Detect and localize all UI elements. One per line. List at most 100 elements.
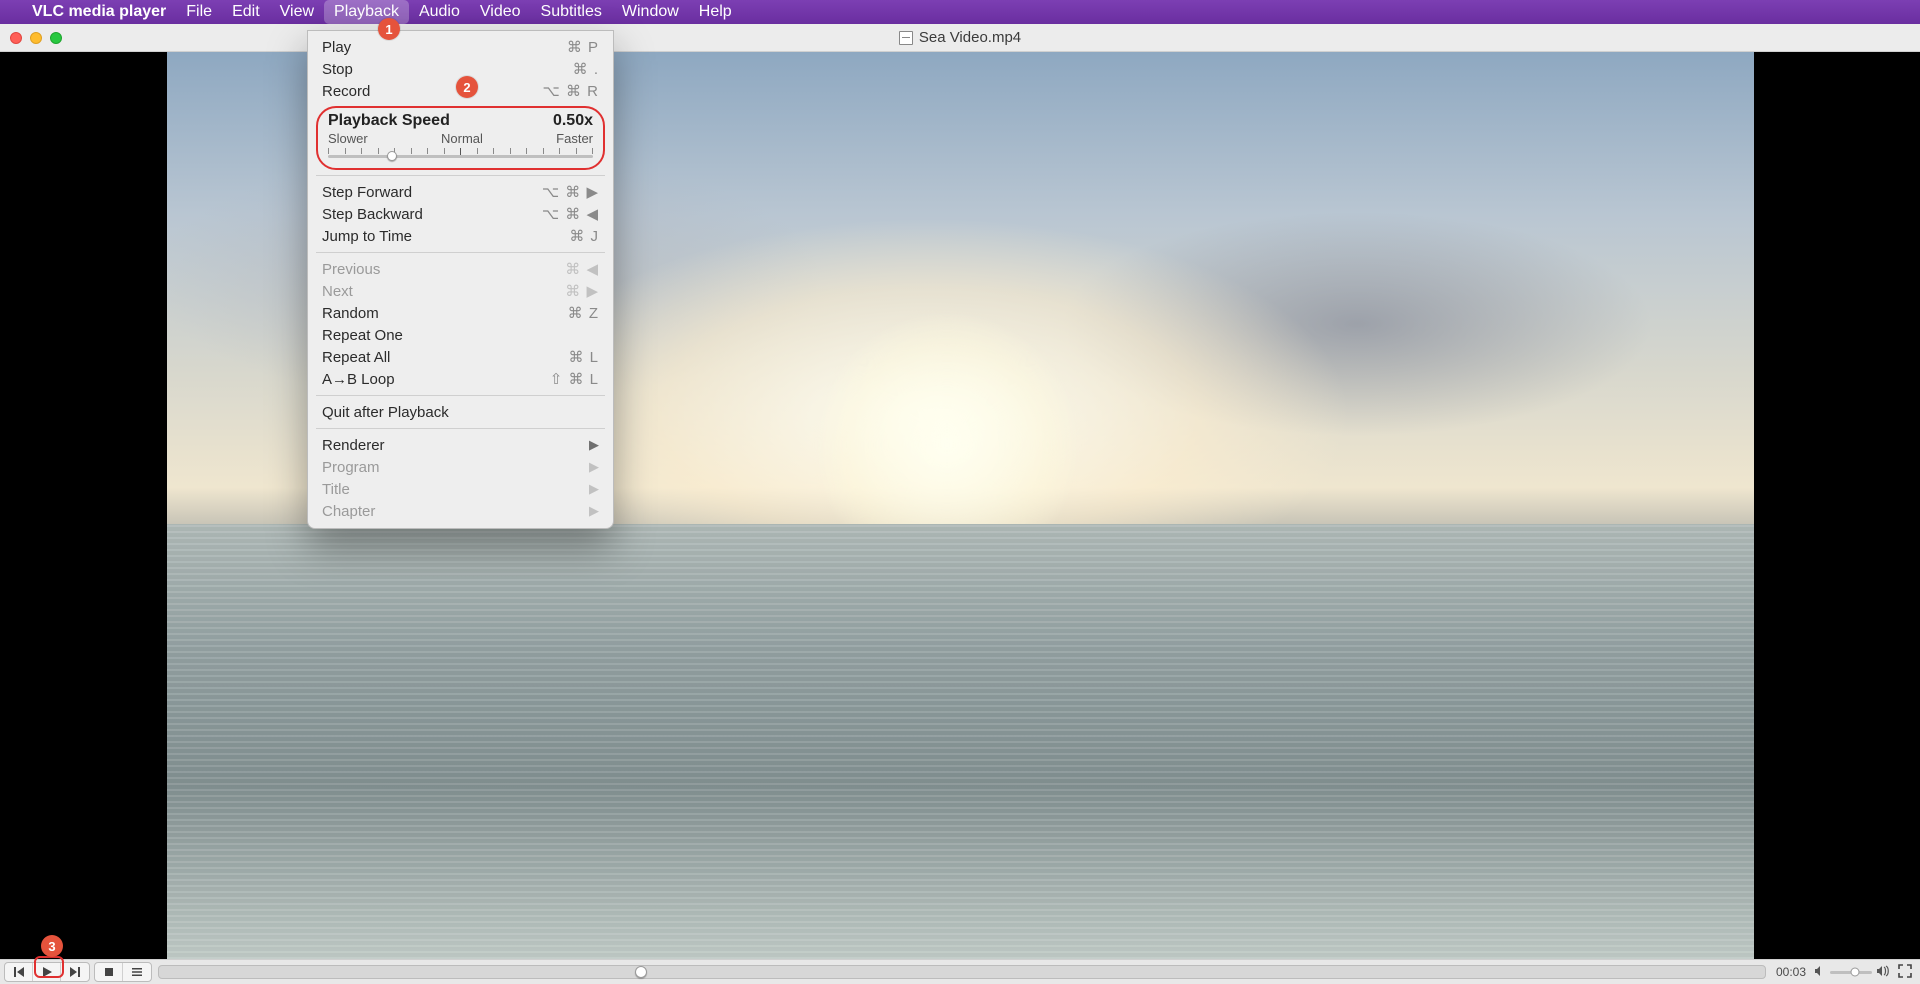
menu-item-label: Stop (322, 61, 353, 78)
window-close-button[interactable] (10, 32, 22, 44)
window-zoom-button[interactable] (50, 32, 62, 44)
menu-item-quit-after-playback[interactable]: Quit after Playback (308, 401, 613, 423)
menu-item-shortcut: ⇧ ⌘ L (550, 370, 599, 388)
menu-item-label: Random (322, 305, 379, 322)
menu-item-previous: Previous ⌘ ◀ (308, 258, 613, 280)
menu-item-shortcut: ⌘ J (569, 227, 599, 245)
playback-speed-slider[interactable] (328, 148, 593, 158)
menu-item-shortcut: ⌥ ⌘ ◀ (542, 205, 599, 223)
playback-speed-value: 0.50x (553, 112, 593, 130)
menu-item-step-forward[interactable]: Step Forward ⌥ ⌘ ▶ (308, 181, 613, 203)
play-button[interactable] (33, 963, 61, 981)
menu-item-random[interactable]: Random ⌘ Z (308, 302, 613, 324)
playlist-button[interactable] (123, 963, 151, 981)
chevron-right-icon: ▶ (589, 437, 599, 453)
volume-high-icon[interactable] (1876, 965, 1890, 980)
menu-item-label: Program (322, 459, 380, 476)
seek-thumb[interactable] (635, 966, 647, 978)
stop-button[interactable] (95, 963, 123, 981)
menu-item-shortcut: ⌥ ⌘ ▶ (542, 183, 599, 201)
menu-item-label: Previous (322, 261, 380, 278)
vlc-window: Sea Video.mp4 (0, 24, 1920, 984)
menu-item-label: Title (322, 481, 350, 498)
menu-item-shortcut: ⌥ ⌘ R (543, 82, 599, 100)
menu-item-label: Record (322, 83, 370, 100)
menu-audio[interactable]: Audio (409, 0, 470, 24)
menu-item-repeat-one[interactable]: Repeat One (308, 324, 613, 346)
fullscreen-icon (1898, 964, 1912, 978)
stop-icon (103, 966, 115, 978)
menu-item-title: Title ▶ (308, 478, 613, 500)
menu-item-shortcut: ⌘ ◀ (565, 260, 599, 278)
menu-item-shortcut: ⌘ L (568, 348, 599, 366)
next-button[interactable] (61, 963, 89, 981)
speed-thumb[interactable] (387, 151, 397, 161)
menu-item-step-backward[interactable]: Step Backward ⌥ ⌘ ◀ (308, 203, 613, 225)
window-title-text: Sea Video.mp4 (919, 29, 1021, 46)
prev-button[interactable] (5, 963, 33, 981)
menu-item-label: Renderer (322, 437, 385, 454)
menu-item-label: Repeat One (322, 327, 403, 344)
menu-file[interactable]: File (176, 0, 222, 24)
playback-speed-section: Playback Speed 0.50x Slower Normal Faste… (316, 106, 605, 170)
speed-label-slower: Slower (328, 131, 368, 146)
play-icon (41, 966, 53, 978)
volume-low-icon[interactable] (1814, 965, 1826, 980)
annotation-step-3: 3 (41, 935, 63, 957)
playback-button-group (4, 962, 90, 982)
mac-menubar: VLC media player File Edit View Playback… (0, 0, 1920, 24)
playback-dropdown: Play ⌘ P Stop ⌘ . Record ⌥ ⌘ R Playback … (307, 30, 614, 529)
sea-surface (167, 524, 1754, 959)
playback-speed-title: Playback Speed (328, 112, 450, 130)
window-minimize-button[interactable] (30, 32, 42, 44)
chevron-right-icon: ▶ (589, 459, 599, 475)
menu-window[interactable]: Window (612, 0, 689, 24)
annotation-step-2: 2 (456, 76, 478, 98)
video-viewport[interactable] (0, 52, 1920, 959)
window-traffic-lights (0, 32, 62, 44)
speed-label-normal: Normal (441, 131, 483, 146)
fullscreen-button[interactable] (1894, 964, 1916, 981)
volume-slider[interactable] (1830, 971, 1872, 974)
speed-ticks (328, 148, 593, 154)
menu-item-label: Next (322, 283, 353, 300)
annotation-step-1: 1 (378, 18, 400, 40)
seek-slider[interactable] (158, 965, 1766, 979)
stop-playlist-group (94, 962, 152, 982)
menu-item-jump-to-time[interactable]: Jump to Time ⌘ J (308, 225, 613, 247)
menu-item-label: A→B Loop (322, 371, 395, 388)
menu-item-shortcut: ⌘ ▶ (565, 282, 599, 300)
chevron-right-icon: ▶ (589, 503, 599, 519)
menu-item-label: Repeat All (322, 349, 390, 366)
menu-item-label: Play (322, 39, 351, 56)
menu-video[interactable]: Video (470, 0, 531, 24)
window-title: Sea Video.mp4 (0, 29, 1920, 46)
menu-item-repeat-all[interactable]: Repeat All ⌘ L (308, 346, 613, 368)
menu-item-ab-loop[interactable]: A→B Loop ⇧ ⌘ L (308, 368, 613, 390)
menu-item-label: Chapter (322, 503, 375, 520)
transport-bar: 00:03 (0, 959, 1920, 984)
menu-edit[interactable]: Edit (222, 0, 270, 24)
menu-item-label: Step Backward (322, 206, 423, 223)
file-icon (899, 31, 913, 45)
skip-forward-icon (69, 966, 81, 978)
volume-thumb[interactable] (1851, 968, 1860, 977)
skip-back-icon (13, 966, 25, 978)
menu-item-program: Program ▶ (308, 456, 613, 478)
menu-item-shortcut: ⌘ . (573, 60, 599, 78)
menu-item-renderer[interactable]: Renderer ▶ (308, 434, 613, 456)
menu-item-label: Step Forward (322, 184, 412, 201)
chevron-right-icon: ▶ (589, 481, 599, 497)
playlist-icon (131, 966, 143, 978)
menu-item-chapter: Chapter ▶ (308, 500, 613, 522)
menu-item-shortcut: ⌘ Z (568, 304, 599, 322)
menu-item-shortcut: ⌘ P (567, 38, 599, 56)
speed-label-faster: Faster (556, 131, 593, 146)
elapsed-time: 00:03 (1772, 965, 1810, 979)
menu-help[interactable]: Help (689, 0, 742, 24)
volume-control (1814, 965, 1890, 980)
app-name[interactable]: VLC media player (22, 3, 176, 21)
menu-subtitles[interactable]: Subtitles (531, 0, 612, 24)
menu-item-play[interactable]: Play ⌘ P (308, 36, 613, 58)
menu-view[interactable]: View (270, 0, 324, 24)
